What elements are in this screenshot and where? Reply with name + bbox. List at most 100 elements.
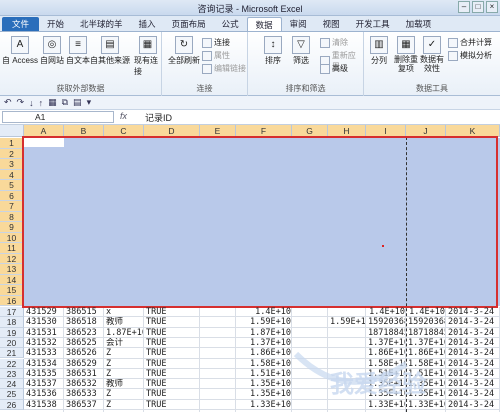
- row-header-23[interactable]: 23: [0, 368, 24, 380]
- select-all-corner[interactable]: [0, 125, 24, 137]
- row-header-11[interactable]: 11: [0, 243, 24, 254]
- from-other-sources-button[interactable]: ▤ 自其他来源: [90, 36, 130, 66]
- table-cell[interactable]: 1.58E+10: [238, 359, 291, 369]
- table-icon[interactable]: ▦: [48, 97, 57, 108]
- row-header-17[interactable]: 17: [0, 307, 24, 318]
- table-cell[interactable]: TRUE: [146, 369, 199, 379]
- row-header-25[interactable]: 25: [0, 389, 24, 400]
- table-cell[interactable]: 1.35E+10: [238, 389, 291, 399]
- table-cell[interactable]: 15920368(: [408, 317, 445, 327]
- table-cell[interactable]: TRUE: [146, 379, 199, 389]
- table-cell[interactable]: 1.87E+10: [106, 328, 143, 338]
- tab-formulas[interactable]: 公式: [214, 17, 247, 31]
- tab-data[interactable]: 数据: [246, 17, 282, 31]
- table-cell[interactable]: Z: [106, 389, 143, 399]
- table-cell[interactable]: TRUE: [146, 400, 199, 410]
- row-header-12[interactable]: 12: [0, 253, 24, 264]
- table-cell[interactable]: Z: [106, 369, 143, 379]
- table-cell[interactable]: 1.35E+10: [238, 379, 291, 389]
- table-cell[interactable]: 431530: [26, 317, 63, 327]
- row-header-20[interactable]: 20: [0, 337, 24, 349]
- maximize-icon[interactable]: □: [472, 1, 484, 13]
- table-cell[interactable]: 386533: [66, 389, 103, 399]
- row-header-19[interactable]: 19: [0, 327, 24, 338]
- tab-home[interactable]: 开始: [39, 17, 72, 31]
- table-cell[interactable]: TRUE: [146, 348, 199, 358]
- table-cell[interactable]: TRUE: [146, 338, 199, 348]
- table-cell[interactable]: 431534: [26, 359, 63, 369]
- row-header-18[interactable]: 18: [0, 317, 24, 328]
- sort-desc-icon[interactable]: ↑: [39, 98, 44, 108]
- existing-connections-button[interactable]: ▦ 现有连接: [134, 36, 161, 77]
- table-cell[interactable]: 386529: [66, 359, 103, 369]
- refresh-all-button[interactable]: ↻ 全部刷新: [168, 36, 200, 66]
- table-cell[interactable]: 教师: [106, 317, 143, 327]
- connections-button[interactable]: 连接: [202, 37, 230, 48]
- from-web-button[interactable]: ◎ 自网站: [40, 36, 64, 66]
- table-cell[interactable]: 1.4E+10: [368, 307, 405, 317]
- edit-links-button[interactable]: 编辑链接: [202, 63, 246, 74]
- from-text-button[interactable]: ≡ 自文本: [66, 36, 90, 66]
- table-cell[interactable]: 431532: [26, 338, 63, 348]
- row-header-22[interactable]: 22: [0, 358, 24, 369]
- table-cell[interactable]: 1.37E+10: [238, 338, 291, 348]
- table-cell[interactable]: TRUE: [146, 328, 199, 338]
- table-cell[interactable]: 386518: [66, 317, 103, 327]
- row-header-10[interactable]: 10: [0, 232, 24, 243]
- fx-icon[interactable]: fx: [120, 111, 127, 121]
- filter-button[interactable]: ▽ 筛选: [292, 36, 310, 66]
- data-validation-button[interactable]: ✓ 数据有效性: [420, 36, 444, 73]
- undo-icon[interactable]: ↶: [4, 97, 12, 108]
- table-cell[interactable]: 386531: [66, 369, 103, 379]
- what-if-button[interactable]: 模拟分析: [448, 50, 492, 61]
- row-header-26[interactable]: 26: [0, 399, 24, 410]
- tab-insert[interactable]: 插入: [131, 17, 164, 31]
- table-cell[interactable]: 1.87E+10: [238, 328, 291, 338]
- table-cell[interactable]: 2014-3-24: [448, 307, 499, 317]
- table-cell[interactable]: 386515: [66, 307, 103, 317]
- row-header-5[interactable]: 5: [0, 180, 24, 191]
- tab-review[interactable]: 审阅: [282, 17, 315, 31]
- row-header-8[interactable]: 8: [0, 211, 24, 222]
- table-cell[interactable]: 1.4E+10: [238, 307, 291, 317]
- row-header-2[interactable]: 2: [0, 148, 24, 159]
- row-header-3[interactable]: 3: [0, 159, 24, 170]
- text-to-columns-button[interactable]: ▥ 分列: [370, 36, 388, 66]
- table-cell[interactable]: Z: [106, 359, 143, 369]
- table-cell[interactable]: 1.59E+10: [238, 317, 291, 327]
- table-cell[interactable]: 教师: [106, 379, 143, 389]
- tab-file[interactable]: 文件: [2, 17, 40, 31]
- table-cell[interactable]: 431533: [26, 348, 63, 358]
- close-icon[interactable]: ×: [486, 1, 498, 13]
- table-cell[interactable]: 1.4E+10: [408, 307, 445, 317]
- table-cell[interactable]: 1.51E+10: [238, 369, 291, 379]
- tab-page-layout[interactable]: 页面布局: [164, 17, 214, 31]
- row-header-9[interactable]: 9: [0, 222, 24, 233]
- sort-asc-icon[interactable]: ↓: [29, 98, 34, 108]
- row-header-16[interactable]: 16: [0, 295, 24, 306]
- properties-button[interactable]: 属性: [202, 50, 230, 61]
- table-cell[interactable]: 431535: [26, 369, 63, 379]
- sort-button[interactable]: ↕ 排序: [264, 36, 282, 66]
- table-cell[interactable]: 431529: [26, 307, 63, 317]
- table-cell[interactable]: 386526: [66, 348, 103, 358]
- row-header-6[interactable]: 6: [0, 190, 24, 201]
- row-header-21[interactable]: 21: [0, 348, 24, 359]
- table-cell[interactable]: TRUE: [146, 317, 199, 327]
- table-cell[interactable]: TRUE: [146, 359, 199, 369]
- row-header-1[interactable]: 1: [0, 138, 24, 149]
- table-cell[interactable]: 2014-3-24: [448, 317, 499, 327]
- table-cell[interactable]: x: [106, 307, 143, 317]
- clear-button[interactable]: 清除: [320, 37, 348, 48]
- table-cell[interactable]: 386523: [66, 328, 103, 338]
- table-cell[interactable]: 会计: [106, 338, 143, 348]
- row-header-15[interactable]: 15: [0, 285, 24, 296]
- name-box[interactable]: A1: [2, 111, 114, 123]
- table-cell[interactable]: TRUE: [146, 389, 199, 399]
- table-cell[interactable]: 386537: [66, 400, 103, 410]
- table-cell[interactable]: 431531: [26, 328, 63, 338]
- advanced-button[interactable]: 高级: [320, 63, 348, 74]
- row-header-24[interactable]: 24: [0, 379, 24, 390]
- table-cell[interactable]: 386532: [66, 379, 103, 389]
- from-access-button[interactable]: A 自 Access: [2, 36, 38, 66]
